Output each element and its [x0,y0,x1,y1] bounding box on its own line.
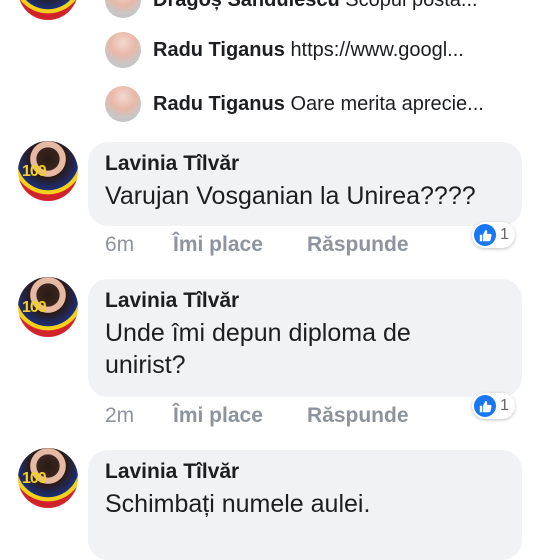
comment-author[interactable]: Lavinia Tîlvăr [105,150,505,178]
reply-row-1[interactable]: Dragoș Sandulescu Scopul postă... [153,0,533,18]
reply-row-3[interactable]: Radu Tiganus Oare merita aprecie... [153,86,533,122]
reply-author[interactable]: Radu Tiganus [153,39,285,61]
comment-text-line: unirist? [105,351,186,379]
reply-snippet: Scopul postă... [345,0,478,11]
reply-author[interactable]: Dragoș Sandulescu [153,0,340,11]
avatar-comment-1[interactable]: 100 [18,141,78,201]
comment-bubble-1[interactable]: Lavinia Tîlvăr Varujan Vosganian la Unir… [88,142,522,226]
comment-time: 6m [105,233,135,256]
reply-row-2[interactable]: Radu Tiganus https://www.googl... [153,32,533,68]
comment-bubble-3[interactable]: Lavinia Tîlvăr Schimbați numele aulei. [88,450,522,560]
comment-text-line: Varujan Vosganian la Unirea???? [105,182,476,210]
reaction-count: 1 [500,226,509,243]
like-button[interactable]: Îmi place [173,401,307,431]
reaction-count: 1 [500,397,509,414]
avatar-badge: 100 [22,163,47,180]
reply-button[interactable]: Răspunde [307,401,409,431]
avatar-comment-3[interactable]: 100 [18,448,78,508]
avatar-badge: 100 [22,470,47,487]
like-button[interactable]: Îmi place [173,230,307,260]
avatar-badge: 100 [22,299,47,316]
comment-text-line: Schimbați numele aulei. [105,490,371,518]
avatar-top-partial[interactable] [18,0,78,20]
avatar-reply-2[interactable] [105,32,141,68]
reply-button[interactable]: Răspunde [307,230,409,260]
thumbs-up-icon [474,224,496,246]
comment-meta-2: 2m Îmi place Răspunde [105,401,409,431]
avatar-reply-3[interactable] [105,86,141,122]
reply-author[interactable]: Radu Tiganus [153,93,285,115]
comment-meta-1: 6m Îmi place Răspunde [105,230,409,260]
reaction-summary-1[interactable]: 1 [472,222,515,248]
avatar-reply-1[interactable] [105,0,141,18]
comment-text-line: Unde îmi depun diploma de [105,319,411,347]
reply-snippet: Oare merita aprecie... [290,93,484,115]
reaction-summary-2[interactable]: 1 [472,393,515,419]
thumbs-up-icon [474,395,496,417]
comment-bubble-2[interactable]: Lavinia Tîlvăr Unde îmi depun diploma de… [88,279,522,397]
comment-author[interactable]: Lavinia Tîlvăr [105,458,505,486]
comment-author[interactable]: Lavinia Tîlvăr [105,287,505,315]
avatar-comment-2[interactable]: 100 [18,277,78,337]
reply-snippet: https://www.googl... [290,39,464,61]
comment-time: 2m [105,404,135,427]
